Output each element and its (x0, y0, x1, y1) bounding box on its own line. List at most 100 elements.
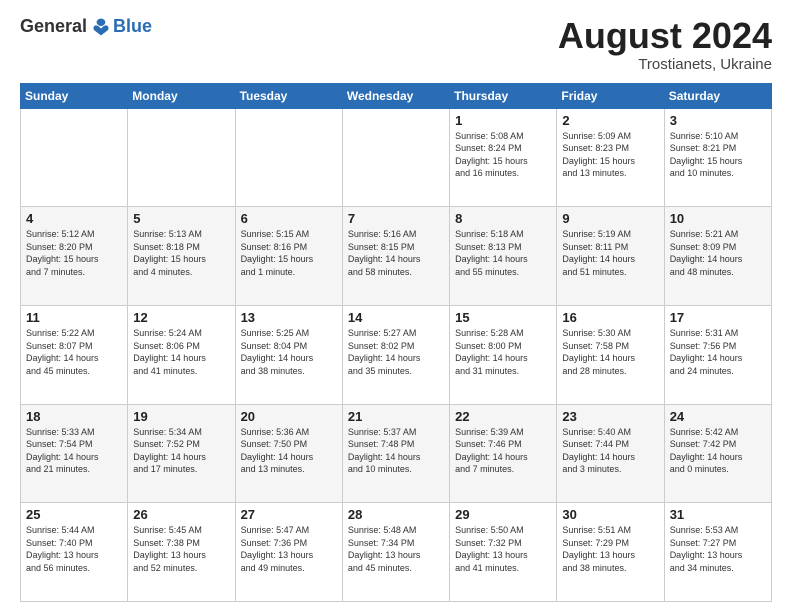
day-number: 21 (348, 409, 444, 424)
calendar-cell: 13 Sunrise: 5:25 AM Sunset: 8:04 PM Dayli… (235, 305, 342, 404)
calendar-cell: 25 Sunrise: 5:44 AM Sunset: 7:40 PM Dayli… (21, 503, 128, 602)
header: General Blue August 2024 Trostianets, Uk… (20, 16, 772, 73)
calendar-header-wednesday: Wednesday (342, 83, 449, 108)
day-number: 12 (133, 310, 229, 325)
day-number: 17 (670, 310, 766, 325)
day-info: Sunrise: 5:30 AM Sunset: 7:58 PM Dayligh… (562, 327, 658, 377)
calendar-cell (21, 108, 128, 207)
calendar-header-row: SundayMondayTuesdayWednesdayThursdayFrid… (21, 83, 772, 108)
calendar-cell (128, 108, 235, 207)
day-number: 26 (133, 507, 229, 522)
day-info: Sunrise: 5:51 AM Sunset: 7:29 PM Dayligh… (562, 524, 658, 574)
day-number: 1 (455, 113, 551, 128)
calendar-cell: 30 Sunrise: 5:51 AM Sunset: 7:29 PM Dayli… (557, 503, 664, 602)
day-info: Sunrise: 5:16 AM Sunset: 8:15 PM Dayligh… (348, 228, 444, 278)
calendar-cell: 17 Sunrise: 5:31 AM Sunset: 7:56 PM Dayli… (664, 305, 771, 404)
day-info: Sunrise: 5:34 AM Sunset: 7:52 PM Dayligh… (133, 426, 229, 476)
day-info: Sunrise: 5:47 AM Sunset: 7:36 PM Dayligh… (241, 524, 337, 574)
day-number: 7 (348, 211, 444, 226)
calendar-week-row: 25 Sunrise: 5:44 AM Sunset: 7:40 PM Dayli… (21, 503, 772, 602)
day-info: Sunrise: 5:10 AM Sunset: 8:21 PM Dayligh… (670, 130, 766, 180)
calendar-cell: 29 Sunrise: 5:50 AM Sunset: 7:32 PM Dayli… (450, 503, 557, 602)
calendar-week-row: 18Sunrise: 5:33 AM Sunset: 7:54 PM Dayli… (21, 404, 772, 503)
day-info: Sunrise: 5:40 AM Sunset: 7:44 PM Dayligh… (562, 426, 658, 476)
calendar-cell: 18Sunrise: 5:33 AM Sunset: 7:54 PM Dayli… (21, 404, 128, 503)
day-number: 15 (455, 310, 551, 325)
calendar-cell: 8 Sunrise: 5:18 AM Sunset: 8:13 PM Daylig… (450, 207, 557, 306)
logo-blue-text: Blue (113, 16, 152, 37)
day-number: 31 (670, 507, 766, 522)
calendar-header-friday: Friday (557, 83, 664, 108)
day-info: Sunrise: 5:24 AM Sunset: 8:06 PM Dayligh… (133, 327, 229, 377)
day-info: Sunrise: 5:25 AM Sunset: 8:04 PM Dayligh… (241, 327, 337, 377)
day-info: Sunrise: 5:22 AM Sunset: 8:07 PM Dayligh… (26, 327, 122, 377)
day-number: 6 (241, 211, 337, 226)
calendar-cell: 14Sunrise: 5:27 AM Sunset: 8:02 PM Dayli… (342, 305, 449, 404)
day-info: Sunrise: 5:18 AM Sunset: 8:13 PM Dayligh… (455, 228, 551, 278)
day-number: 10 (670, 211, 766, 226)
calendar-cell: 26 Sunrise: 5:45 AM Sunset: 7:38 PM Dayli… (128, 503, 235, 602)
calendar-cell: 28 Sunrise: 5:48 AM Sunset: 7:34 PM Dayli… (342, 503, 449, 602)
day-info: Sunrise: 5:12 AM Sunset: 8:20 PM Dayligh… (26, 228, 122, 278)
day-number: 28 (348, 507, 444, 522)
day-number: 30 (562, 507, 658, 522)
title-area: August 2024 Trostianets, Ukraine (558, 16, 772, 73)
location-title: Trostianets, Ukraine (558, 56, 772, 73)
day-number: 19 (133, 409, 229, 424)
day-number: 29 (455, 507, 551, 522)
day-number: 5 (133, 211, 229, 226)
calendar-cell: 10Sunrise: 5:21 AM Sunset: 8:09 PM Dayli… (664, 207, 771, 306)
day-info: Sunrise: 5:45 AM Sunset: 7:38 PM Dayligh… (133, 524, 229, 574)
calendar-cell: 1 Sunrise: 5:08 AM Sunset: 8:24 PM Daylig… (450, 108, 557, 207)
calendar-header-sunday: Sunday (21, 83, 128, 108)
calendar-cell (342, 108, 449, 207)
calendar-cell: 27 Sunrise: 5:47 AM Sunset: 7:36 PM Dayli… (235, 503, 342, 602)
calendar-week-row: 1 Sunrise: 5:08 AM Sunset: 8:24 PM Daylig… (21, 108, 772, 207)
day-number: 22 (455, 409, 551, 424)
day-info: Sunrise: 5:33 AM Sunset: 7:54 PM Dayligh… (26, 426, 122, 476)
calendar-cell: 31 Sunrise: 5:53 AM Sunset: 7:27 PM Dayli… (664, 503, 771, 602)
day-info: Sunrise: 5:31 AM Sunset: 7:56 PM Dayligh… (670, 327, 766, 377)
day-info: Sunrise: 5:48 AM Sunset: 7:34 PM Dayligh… (348, 524, 444, 574)
calendar-cell: 2Sunrise: 5:09 AM Sunset: 8:23 PM Daylig… (557, 108, 664, 207)
day-info: Sunrise: 5:37 AM Sunset: 7:48 PM Dayligh… (348, 426, 444, 476)
calendar-cell: 7 Sunrise: 5:16 AM Sunset: 8:15 PM Daylig… (342, 207, 449, 306)
day-info: Sunrise: 5:15 AM Sunset: 8:16 PM Dayligh… (241, 228, 337, 278)
day-info: Sunrise: 5:50 AM Sunset: 7:32 PM Dayligh… (455, 524, 551, 574)
day-info: Sunrise: 5:36 AM Sunset: 7:50 PM Dayligh… (241, 426, 337, 476)
calendar-cell: 22Sunrise: 5:39 AM Sunset: 7:46 PM Dayli… (450, 404, 557, 503)
calendar-cell: 23 Sunrise: 5:40 AM Sunset: 7:44 PM Dayli… (557, 404, 664, 503)
calendar-cell: 5 Sunrise: 5:13 AM Sunset: 8:18 PM Daylig… (128, 207, 235, 306)
logo-general-text: General (20, 16, 87, 37)
day-number: 4 (26, 211, 122, 226)
day-info: Sunrise: 5:13 AM Sunset: 8:18 PM Dayligh… (133, 228, 229, 278)
calendar-cell: 3 Sunrise: 5:10 AM Sunset: 8:21 PM Daylig… (664, 108, 771, 207)
day-number: 23 (562, 409, 658, 424)
calendar-cell: 15Sunrise: 5:28 AM Sunset: 8:00 PM Dayli… (450, 305, 557, 404)
day-info: Sunrise: 5:44 AM Sunset: 7:40 PM Dayligh… (26, 524, 122, 574)
calendar-table: SundayMondayTuesdayWednesdayThursdayFrid… (20, 83, 772, 602)
day-info: Sunrise: 5:09 AM Sunset: 8:23 PM Dayligh… (562, 130, 658, 180)
calendar-cell (235, 108, 342, 207)
day-info: Sunrise: 5:27 AM Sunset: 8:02 PM Dayligh… (348, 327, 444, 377)
day-info: Sunrise: 5:08 AM Sunset: 8:24 PM Dayligh… (455, 130, 551, 180)
calendar-header-monday: Monday (128, 83, 235, 108)
day-number: 8 (455, 211, 551, 226)
page: General Blue August 2024 Trostianets, Uk… (0, 0, 792, 612)
calendar-cell: 12 Sunrise: 5:24 AM Sunset: 8:06 PM Dayli… (128, 305, 235, 404)
logo: General Blue (20, 16, 152, 37)
month-title: August 2024 (558, 16, 772, 56)
calendar-cell: 4 Sunrise: 5:12 AM Sunset: 8:20 PM Daylig… (21, 207, 128, 306)
calendar-week-row: 4 Sunrise: 5:12 AM Sunset: 8:20 PM Daylig… (21, 207, 772, 306)
calendar-cell: 16 Sunrise: 5:30 AM Sunset: 7:58 PM Dayli… (557, 305, 664, 404)
calendar-cell: 9Sunrise: 5:19 AM Sunset: 8:11 PM Daylig… (557, 207, 664, 306)
calendar-cell: 6 Sunrise: 5:15 AM Sunset: 8:16 PM Daylig… (235, 207, 342, 306)
day-info: Sunrise: 5:53 AM Sunset: 7:27 PM Dayligh… (670, 524, 766, 574)
day-number: 24 (670, 409, 766, 424)
day-number: 13 (241, 310, 337, 325)
day-number: 16 (562, 310, 658, 325)
calendar-week-row: 11Sunrise: 5:22 AM Sunset: 8:07 PM Dayli… (21, 305, 772, 404)
day-number: 3 (670, 113, 766, 128)
day-number: 27 (241, 507, 337, 522)
day-number: 25 (26, 507, 122, 522)
